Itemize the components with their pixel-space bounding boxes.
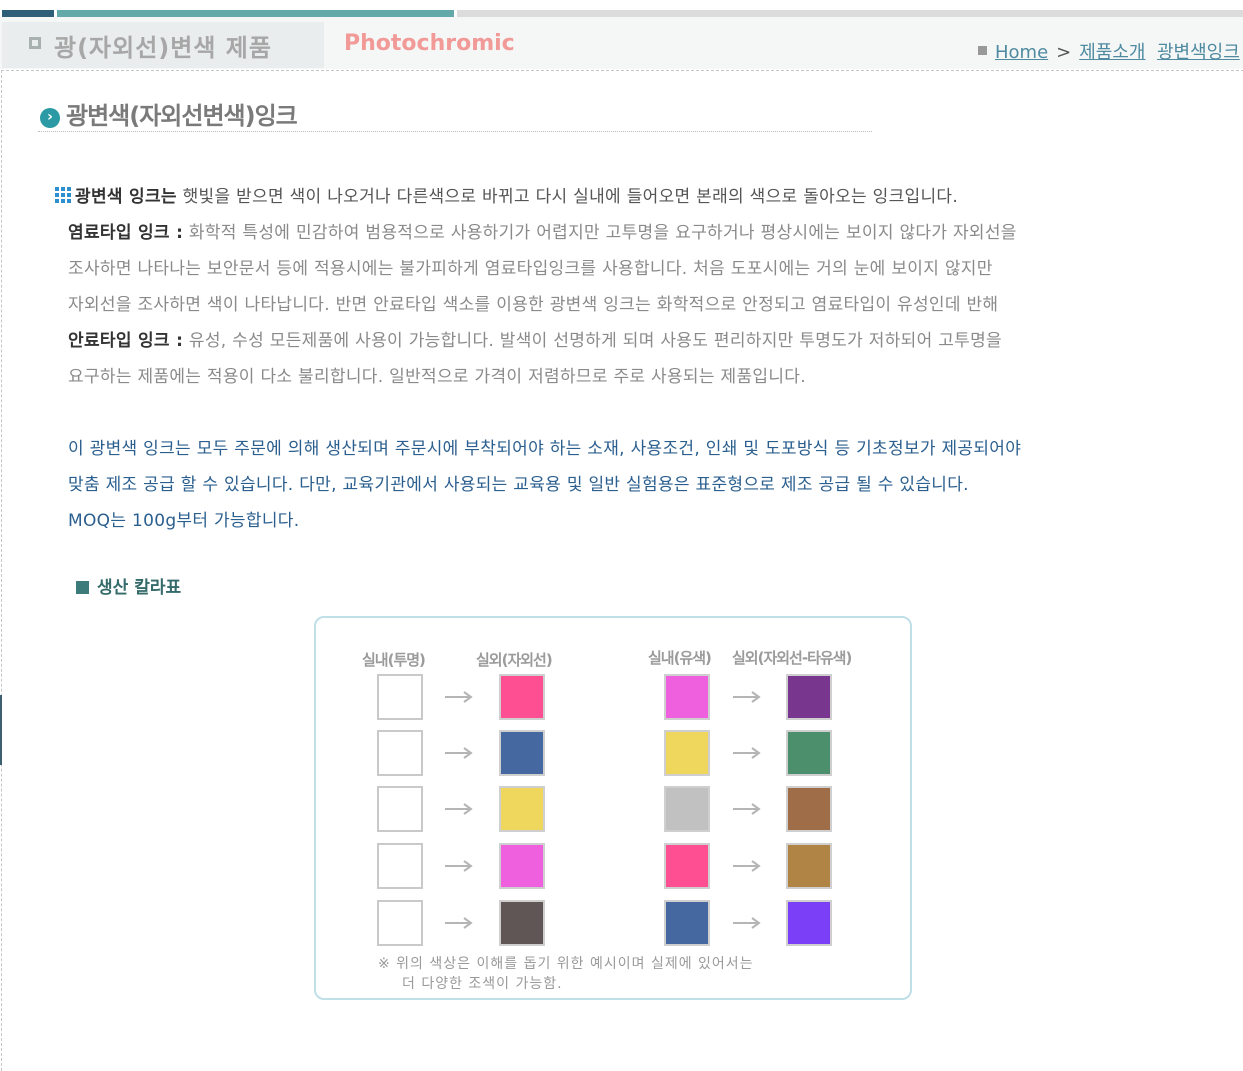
arrow-right-icon bbox=[445, 803, 473, 815]
section-heading: › 광변색(자외선변색)잉크 bbox=[40, 96, 298, 131]
header-indoor-colored: 실내(유색) bbox=[648, 649, 712, 667]
color-chart: 실내(투명) 실외(자외선) 실내(유색) 실외(자외선-타유색) ※ 위의 색… bbox=[314, 616, 912, 1000]
arrow-right-icon bbox=[733, 747, 761, 759]
outdoor-color-swatch bbox=[786, 900, 832, 946]
category-title-english: Photochromic bbox=[344, 31, 515, 56]
arrow-right-icon bbox=[445, 691, 473, 703]
indoor-color-swatch bbox=[664, 843, 710, 889]
arrow-right-icon bbox=[445, 917, 473, 929]
outdoor-color-swatch bbox=[786, 843, 832, 889]
chevron-right-circle-icon: › bbox=[40, 108, 60, 128]
transparent-swatch bbox=[377, 843, 423, 889]
breadcrumb-current-link[interactable]: 광변색잉크 bbox=[1157, 42, 1240, 63]
top-accent-bar bbox=[0, 10, 1243, 17]
dye-ink-line-2: 조사하면 나타나는 보안문서 등에 적용시에는 불가피하게 염료타입잉크를 사용… bbox=[68, 259, 993, 279]
transparent-swatch bbox=[377, 674, 423, 720]
color-chart-note: ※ 위의 색상은 이해를 돕기 위한 예시이며 실제에 있어서는 더 다양한 조… bbox=[378, 954, 754, 994]
breadcrumb-separator: > bbox=[1056, 42, 1072, 63]
square-bullet-icon bbox=[978, 46, 987, 55]
breadcrumb-home-link[interactable]: Home bbox=[995, 42, 1048, 63]
outdoor-color-swatch bbox=[786, 786, 832, 832]
category-title: 광(자외선)변색 제품 bbox=[54, 34, 272, 62]
indoor-color-swatch bbox=[664, 730, 710, 776]
arrow-right-icon bbox=[445, 860, 473, 872]
accent-segment-gray bbox=[457, 10, 1243, 17]
color-chart-heading: 생산 칼라표 bbox=[76, 573, 181, 598]
section-divider bbox=[38, 131, 872, 132]
uv-result-swatch bbox=[499, 730, 545, 776]
arrow-right-icon bbox=[445, 747, 473, 759]
arrow-right-icon bbox=[733, 917, 761, 929]
outdoor-color-swatch bbox=[786, 674, 832, 720]
moq-line: MOQ는 100g부터 가능합니다. bbox=[68, 511, 300, 531]
category-title-box: 광(자외선)변색 제품 bbox=[2, 22, 324, 68]
dye-ink-text: 화학적 특성에 민감하여 범용적으로 사용하기가 어렵지만 고투명을 요구하거나… bbox=[183, 223, 1017, 243]
pigment-ink-label: 안료타입 잉크 : bbox=[68, 331, 184, 351]
order-info-line-1: 이 광변색 잉크는 모두 주문에 의해 생산되며 주문시에 부착되어야 하는 소… bbox=[68, 439, 1022, 459]
square-bullet-icon bbox=[76, 581, 89, 594]
intro-text: 햇빛을 받으면 색이 나오거나 다른색으로 바뀌고 다시 실내에 들어오면 본래… bbox=[176, 187, 959, 207]
uv-result-swatch bbox=[499, 900, 545, 946]
pigment-ink-line-2: 요구하는 제품에는 적용이 다소 불리합니다. 일반적으로 가격이 저렴하므로 … bbox=[68, 367, 806, 387]
header-indoor-transparent: 실내(투명) bbox=[362, 651, 426, 669]
indoor-color-swatch bbox=[664, 786, 710, 832]
grid-bullet-icon bbox=[54, 186, 72, 204]
uv-result-swatch bbox=[499, 786, 545, 832]
accent-segment-teal bbox=[57, 10, 454, 17]
color-chart-title: 생산 칼라표 bbox=[97, 578, 182, 598]
transparent-swatch bbox=[377, 786, 423, 832]
scroll-marker bbox=[0, 695, 2, 765]
transparent-swatch bbox=[377, 730, 423, 776]
uv-result-swatch bbox=[499, 674, 545, 720]
intro-bold: 광변색 잉크는 bbox=[75, 187, 177, 207]
outdoor-color-swatch bbox=[786, 730, 832, 776]
breadcrumb-products-link[interactable]: 제품소개 bbox=[1079, 42, 1145, 63]
intro-paragraph: 광변색 잉크는 햇빛을 받으면 색이 나오거나 다른색으로 바뀌고 다시 실내에… bbox=[54, 182, 958, 207]
arrow-right-icon bbox=[733, 860, 761, 872]
arrow-right-icon bbox=[733, 691, 761, 703]
note-line-2: 더 다양한 조색이 가능함. bbox=[402, 976, 563, 992]
order-info-line-2: 맞춤 제조 공급 할 수 있습니다. 다만, 교육기관에서 사용되는 교육용 및… bbox=[68, 475, 969, 495]
header-outdoor-uv: 실외(자외선) bbox=[476, 651, 553, 669]
pigment-ink-text: 유성, 수성 모든제품에 사용이 가능합니다. 발색이 선명하게 되며 사용도 … bbox=[183, 331, 1002, 351]
indoor-color-swatch bbox=[664, 900, 710, 946]
pigment-ink-line-1: 안료타입 잉크 : 유성, 수성 모든제품에 사용이 가능합니다. 발색이 선명… bbox=[68, 326, 1002, 351]
accent-segment-navy bbox=[2, 10, 54, 17]
transparent-swatch bbox=[377, 900, 423, 946]
breadcrumb: Home > 제품소개 광변색잉크 bbox=[978, 38, 1240, 64]
header-outdoor-uv-other: 실외(자외선-타유색) bbox=[732, 649, 852, 667]
uv-result-swatch bbox=[499, 843, 545, 889]
arrow-right-icon bbox=[733, 803, 761, 815]
note-line-1: ※ 위의 색상은 이해를 돕기 위한 예시이며 실제에 있어서는 bbox=[378, 956, 754, 972]
dye-ink-line-3: 자외선을 조사하면 색이 나타납니다. 반면 안료타입 색소를 이용한 광변색 … bbox=[68, 295, 999, 315]
dye-ink-label: 염료타입 잉크 : bbox=[68, 223, 184, 243]
section-title: 광변색(자외선변색)잉크 bbox=[66, 102, 298, 130]
indoor-color-swatch bbox=[664, 674, 710, 720]
square-bullet-icon bbox=[29, 37, 41, 49]
dye-ink-line-1: 염료타입 잉크 : 화학적 특성에 민감하여 범용적으로 사용하기가 어렵지만 … bbox=[68, 218, 1017, 243]
